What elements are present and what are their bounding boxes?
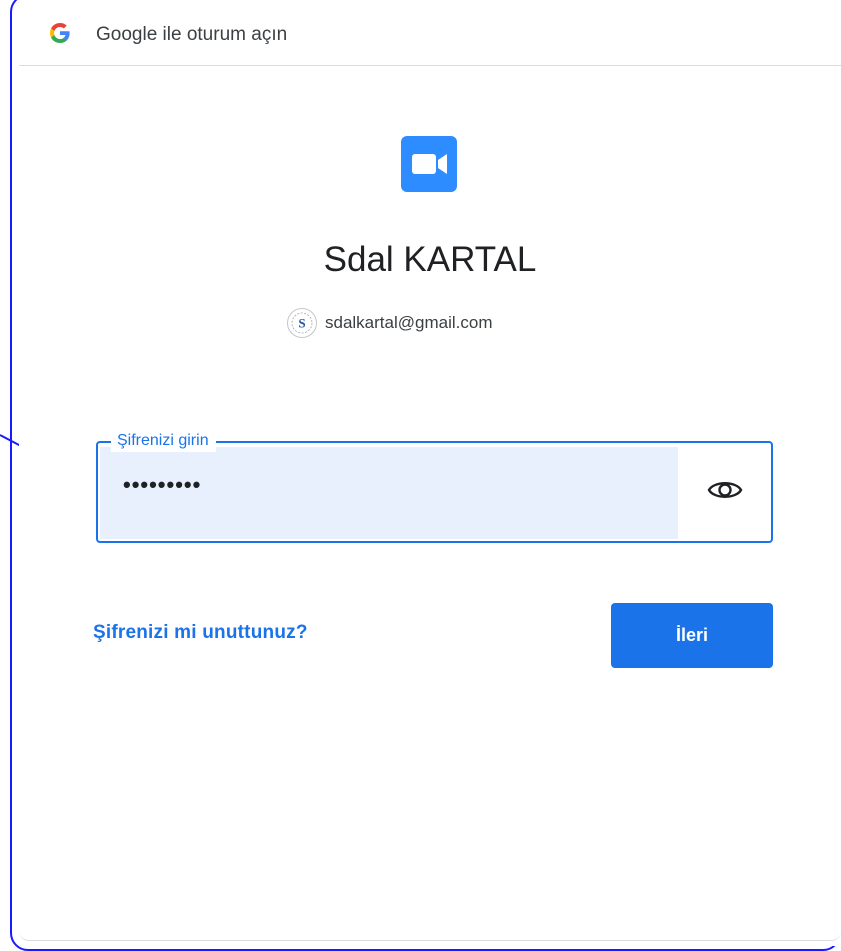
account-name: Sdal KARTAL xyxy=(323,240,537,279)
eye-icon[interactable] xyxy=(705,474,745,506)
account-chip[interactable]: S sdalkartal@gmail.com xyxy=(287,307,492,339)
account-email: sdalkartal@gmail.com xyxy=(325,313,493,332)
password-input[interactable]: ••••••••• xyxy=(123,472,201,498)
zoom-video-camera-icon xyxy=(401,136,457,192)
title-bar: Google ile oturum açın xyxy=(19,0,841,66)
svg-text:S: S xyxy=(298,316,305,331)
letter-s-avatar-icon: S xyxy=(287,308,317,338)
window-title: Google ile oturum açın xyxy=(96,24,288,45)
google-g-icon xyxy=(50,23,70,43)
forgot-password-link[interactable]: Şifrenizi mi unuttunuz? xyxy=(93,622,308,644)
next-button[interactable]: İleri xyxy=(611,603,773,668)
sign-in-window: Google ile oturum açın Sdal KARTAL S sda… xyxy=(19,0,841,946)
password-field-label: Şifrenizi girin xyxy=(111,430,216,452)
avatar-glyph-icon: S xyxy=(291,312,313,334)
